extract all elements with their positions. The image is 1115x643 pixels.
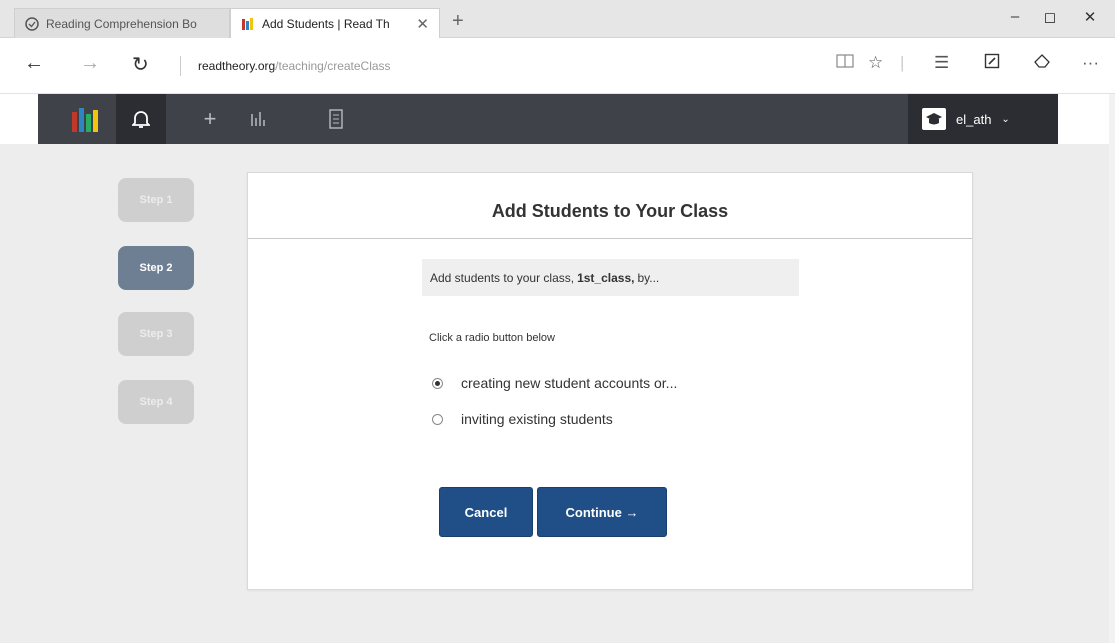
option-create-accounts[interactable]: creating new student accounts or... xyxy=(432,375,677,391)
step-1-indicator: Step 1 xyxy=(118,178,194,222)
forward-button[interactable]: → xyxy=(80,52,100,75)
info-prefix: Add students to your class, xyxy=(430,270,575,285)
cancel-button[interactable]: Cancel xyxy=(439,487,533,537)
web-note-icon[interactable] xyxy=(984,53,1000,74)
notifications-bell-icon[interactable] xyxy=(116,94,166,144)
step-2-indicator: Step 2 xyxy=(118,246,194,290)
tab-title: Reading Comprehension Bo xyxy=(46,16,197,31)
tab-title: Add Students | Read Th xyxy=(262,16,390,31)
back-button[interactable]: ← xyxy=(24,52,44,75)
class-name: 1st_class, xyxy=(577,270,635,285)
page-title: Add Students to Your Class xyxy=(491,201,729,221)
continue-button[interactable]: Continue → xyxy=(537,487,667,537)
url-separator xyxy=(180,56,181,76)
books-favicon-icon xyxy=(241,17,255,31)
option-label: inviting existing students xyxy=(461,411,613,427)
browser-tab-strip: Reading Comprehension Bo Add Students | … xyxy=(0,0,1115,38)
maximize-button[interactable]: ◻ xyxy=(1030,8,1070,26)
address-bar-row: ← → ↻ readtheory.org/teaching/createClas… xyxy=(0,38,1115,94)
page-scrollbar[interactable] xyxy=(1109,94,1115,643)
readtheory-favicon-icon xyxy=(25,16,39,31)
user-menu[interactable]: el_ath ⌄ xyxy=(908,94,1058,144)
reading-view-icon[interactable] xyxy=(836,53,854,74)
app-navbar: + el_ath ⌄ xyxy=(38,94,1058,144)
hub-icon[interactable]: ☰ xyxy=(934,53,949,73)
minimize-button[interactable]: – xyxy=(995,8,1035,25)
page-content: Step 1 Step 2 Step 3 Step 4 Add Students… xyxy=(0,144,1115,643)
class-info-box: Add students to your class, 1st_class, b… xyxy=(422,259,799,296)
new-tab-button[interactable]: + xyxy=(452,10,464,33)
browser-tab-add-students[interactable]: Add Students | Read Th ✕ xyxy=(230,8,440,38)
chevron-down-icon: ⌄ xyxy=(1001,113,1010,125)
card-header: Add Students to Your Class xyxy=(248,173,972,239)
radio-hint: Click a radio button below xyxy=(429,332,555,344)
refresh-button[interactable]: ↻ xyxy=(132,52,149,77)
url-domain: readtheory.org xyxy=(198,59,276,73)
add-students-card: Add Students to Your Class Add students … xyxy=(247,172,973,590)
step-3-indicator: Step 3 xyxy=(118,312,194,356)
step-4-indicator: Step 4 xyxy=(118,380,194,424)
close-window-button[interactable]: ✕ xyxy=(1070,8,1110,26)
favorite-icon[interactable]: ☆ xyxy=(868,53,883,73)
toolbar-divider: | xyxy=(900,53,905,72)
reports-chart-icon[interactable] xyxy=(236,94,280,144)
tab-close-icon[interactable]: ✕ xyxy=(416,15,429,33)
option-invite-students[interactable]: inviting existing students xyxy=(432,411,613,427)
info-suffix: by... xyxy=(637,270,660,285)
radio-create-accounts[interactable] xyxy=(432,377,443,389)
readtheory-logo[interactable] xyxy=(72,106,98,132)
add-class-icon[interactable]: + xyxy=(188,94,232,144)
share-icon[interactable] xyxy=(1033,53,1051,74)
user-name: el_ath xyxy=(956,111,992,127)
address-input[interactable]: readtheory.org/teaching/createClass xyxy=(198,59,391,73)
document-icon[interactable] xyxy=(314,94,358,144)
radio-invite-students[interactable] xyxy=(432,413,443,425)
option-label: creating new student accounts or... xyxy=(461,375,678,391)
graduation-cap-icon xyxy=(922,108,946,130)
url-path: /teaching/createClass xyxy=(275,59,391,73)
more-icon[interactable]: ··· xyxy=(1082,53,1099,73)
browser-tab-reading-comprehension[interactable]: Reading Comprehension Bo xyxy=(14,8,230,38)
